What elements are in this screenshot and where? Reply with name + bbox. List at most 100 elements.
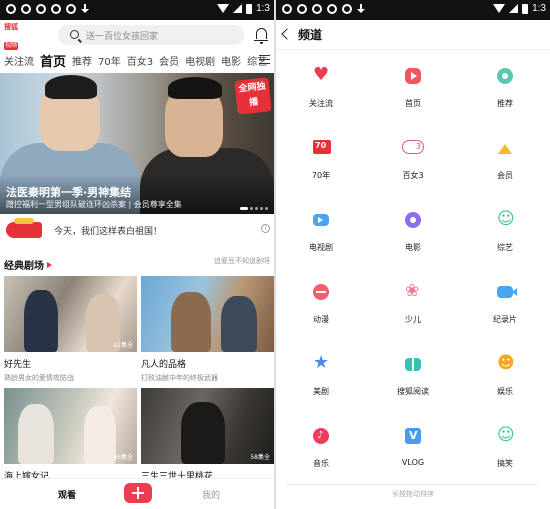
channel-item-recommend[interactable]: 推荐: [460, 50, 550, 120]
channel-label: 搞笑: [497, 459, 513, 468]
channel-label: 综艺: [497, 243, 513, 252]
tv-icon: [313, 214, 329, 226]
channel-menu-icon[interactable]: [259, 55, 270, 64]
app-notification-icon: [327, 4, 337, 14]
thumbnail-figure: [18, 404, 54, 464]
exclusive-badge: 全网独播: [234, 77, 272, 115]
drama-subtitle: 熟龄男女的爱情攻防战: [4, 374, 74, 382]
battery-icon: [522, 3, 529, 14]
tab-follow[interactable]: 关注流: [4, 53, 34, 68]
channel-label: 电影: [405, 243, 421, 252]
signal-icon: [233, 4, 243, 13]
channel-item-vip[interactable]: 会员: [460, 122, 550, 192]
heart-icon: [313, 64, 329, 85]
app-notification-icon: [36, 4, 46, 14]
thumbnail-figure: [84, 406, 116, 464]
episode-count: 42集全: [113, 342, 133, 349]
app-logo[interactable]: 搜狐 视频: [4, 23, 24, 50]
nav-mine[interactable]: 我的: [202, 488, 220, 501]
vlog-icon: [405, 428, 421, 444]
section-title[interactable]: 经典剧场: [4, 261, 44, 272]
tab-tv[interactable]: 电视剧: [185, 53, 215, 68]
drama-thumbnail: 58集全: [141, 388, 274, 464]
notice-bar[interactable]: 今天，我们这样表白祖国！ i: [4, 218, 270, 242]
nav-watch[interactable]: 观看: [58, 488, 76, 501]
play-arrow-icon: [47, 262, 52, 268]
app-notification-icon: [312, 4, 322, 14]
award-icon: [497, 68, 513, 84]
search-icon: [70, 30, 79, 39]
banner-subtitle: 蹭控福利一型男组队破连环凶杀案 | 会员尊享全集: [6, 200, 182, 209]
star-icon: [313, 352, 329, 373]
drama-card[interactable]: 46集全 海上嫁女记: [4, 388, 137, 482]
channel-item-tv[interactable]: 电视剧: [276, 194, 366, 264]
channel-item-reading[interactable]: 搜狐阅读: [368, 338, 458, 408]
section-more-link[interactable]: 追爱豆不知道剧呀: [214, 256, 270, 266]
app-notification-icon: [297, 4, 307, 14]
hero-banner[interactable]: 全网独播 法医秦明第一季·男神集结 蹭控福利一型男组队破连环凶杀案 | 会员尊享…: [0, 73, 274, 214]
notification-icons: [6, 4, 89, 14]
channel-label: VLOG: [401, 458, 425, 467]
channel-item-variety[interactable]: 综艺: [460, 194, 550, 264]
channel-tabs: 关注流 首页 推荐 70年 百女3 会员 电视剧 电影 综艺: [0, 50, 274, 70]
tab-bainv3[interactable]: 百女3: [127, 53, 153, 68]
notification-icons: [282, 4, 365, 14]
episode-count: 58集全: [250, 454, 270, 461]
banner-title: 法医秦明第一季·男神集结: [6, 186, 132, 199]
wifi-icon: [217, 4, 230, 13]
channel-item-follow[interactable]: 关注流: [276, 50, 366, 120]
channel-item-entertainment[interactable]: 娱乐: [460, 338, 550, 408]
footer-divider: [286, 484, 540, 485]
tab-movie[interactable]: 电影: [221, 53, 241, 68]
thumbnail-figure: [171, 292, 211, 352]
channel-screen: 1:3 频道 关注流 首页 推荐 70年 百女3 会员 电视剧 电影 综艺 动漫…: [276, 0, 550, 509]
channel-item-70[interactable]: 70年: [276, 122, 366, 192]
channel-item-movie[interactable]: 电影: [368, 194, 458, 264]
tab-70[interactable]: 70年: [98, 53, 121, 68]
download-icon: [357, 4, 365, 14]
create-plus-button[interactable]: [124, 483, 152, 503]
thumbnail-figure: [181, 402, 225, 464]
drama-card[interactable]: 凡人的品格 打败油腻中年的终极武器: [141, 276, 274, 383]
download-icon: [81, 4, 89, 14]
logo-line1: 搜狐: [4, 23, 18, 31]
channel-label: 关注流: [309, 99, 333, 108]
search-input[interactable]: 送一百位女孩回家: [58, 25, 244, 45]
app-notification-icon: [66, 4, 76, 14]
channel-item-anime[interactable]: 动漫: [276, 266, 366, 336]
notification-bell-icon[interactable]: [254, 28, 268, 44]
drama-thumbnail: [141, 276, 274, 352]
banner-figure: [168, 77, 222, 99]
info-icon[interactable]: i: [261, 224, 270, 233]
home-screen: 1:3 搜狐 视频 送一百位女孩回家 关注流 首页 推荐 70年 百女3 会员 …: [0, 0, 274, 509]
drama-card[interactable]: 42集全 好先生 熟龄男女的爱情攻防战: [4, 276, 137, 383]
channel-label: 搜狐阅读: [397, 387, 429, 396]
bottom-nav: 观看 我的: [0, 478, 274, 509]
channel-label: 动漫: [313, 315, 329, 324]
app-notification-icon: [6, 4, 16, 14]
channel-item-home[interactable]: 首页: [368, 50, 458, 120]
tab-recommend[interactable]: 推荐: [72, 53, 92, 68]
anime-icon: [313, 284, 329, 300]
clock: 1:3: [256, 3, 270, 14]
tab-home[interactable]: 首页: [40, 51, 66, 70]
channel-item-kids[interactable]: 少儿: [368, 266, 458, 336]
tab-vip[interactable]: 会员: [159, 53, 179, 68]
channel-item-bainv3[interactable]: 百女3: [368, 122, 458, 192]
channel-item-funny[interactable]: 搞笑: [460, 410, 550, 480]
channel-label: 美剧: [313, 387, 329, 396]
clock: 1:3: [532, 3, 546, 14]
festive-icon: [6, 218, 42, 238]
channel-label: 音乐: [313, 459, 329, 468]
channel-label: 少儿: [405, 315, 421, 324]
channel-label: 电视剧: [309, 243, 333, 252]
back-chevron-icon[interactable]: [281, 28, 293, 40]
drama-card[interactable]: 58集全 三生三世十里桃花: [141, 388, 274, 482]
top-bar: 搜狐 视频 送一百位女孩回家: [0, 20, 274, 50]
variety-icon: [497, 209, 515, 229]
channel-item-vlog[interactable]: VLOG: [368, 410, 458, 480]
drama-thumbnail: 42集全: [4, 276, 137, 352]
channel-item-music[interactable]: 音乐: [276, 410, 366, 480]
channel-item-us-drama[interactable]: 美剧: [276, 338, 366, 408]
channel-item-documentary[interactable]: 纪录片: [460, 266, 550, 336]
